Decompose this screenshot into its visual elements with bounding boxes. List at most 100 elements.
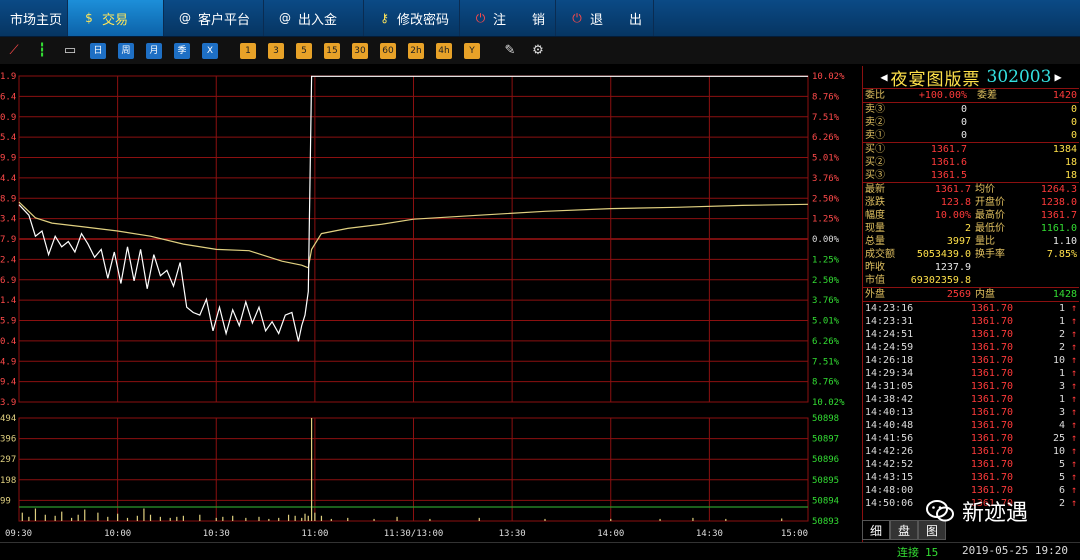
trade-volume: 25: [1052, 433, 1065, 444]
quote-label-2: 开盘价: [975, 197, 1005, 208]
trade-volume: 2: [1058, 329, 1065, 340]
up-arrow-icon: ↑: [1070, 342, 1077, 353]
time-tick-label: 10:30: [203, 529, 230, 539]
quote-value-2: 1161.0: [1040, 223, 1077, 234]
trade-price: 1361.70: [970, 433, 1013, 444]
menu-item-5[interactable]: ⏻ 注 销: [460, 0, 556, 36]
menu-item-label: 出入金: [298, 12, 338, 28]
draw-icon[interactable]: ✎: [502, 43, 518, 59]
period-button-13[interactable]: 60: [380, 42, 396, 59]
price-tick-label: 9.4: [0, 378, 16, 388]
quote-label: 最新: [865, 184, 885, 195]
gear-icon[interactable]: ⚙: [530, 43, 546, 59]
trade-list[interactable]: 14:23:16 1361.70 1 ↑ 14:23:31 1361.70 1 ↑ 14:24:…: [863, 302, 1079, 510]
menu-spacer: [654, 0, 1080, 36]
period-button-3[interactable]: 日: [90, 42, 106, 59]
menu-item-2[interactable]: @ 客户平台: [164, 0, 264, 36]
trade-price: 1361.70: [970, 316, 1013, 327]
period-button-5[interactable]: 月: [146, 42, 162, 59]
menu-item-1[interactable]: $ 交易: [68, 0, 164, 36]
quote-value: 123.8: [940, 197, 971, 208]
price-tick-label: 3.4: [0, 215, 16, 225]
volume-right-tick: 50893: [812, 517, 839, 527]
trade-row: 14:41:56 1361.70 25 ↑: [863, 432, 1079, 445]
trade-row: 14:26:18 1361.70 10 ↑: [863, 354, 1079, 367]
buy-price: 1361.5: [930, 170, 967, 181]
menu-item-label: 交易: [102, 12, 129, 28]
power-icon: ⏻: [475, 11, 486, 25]
time-tick-label: 10:00: [104, 529, 131, 539]
inner-label: 内盘: [975, 289, 995, 300]
period-button-11[interactable]: 15: [324, 42, 340, 59]
client-platform-icon: @: [179, 11, 191, 25]
trade-row: 14:42:52 1361.70 5 ↑: [863, 458, 1079, 471]
quote-value-2: 1361.7: [1040, 210, 1077, 221]
menu-item-0[interactable]: 市场主页: [0, 0, 68, 36]
quote-value: 2: [964, 223, 971, 234]
quote-label-2: [975, 261, 1015, 274]
pct-tick-label: 5.01%: [812, 154, 840, 164]
trade-row: 14:40:13 1361.70 3 ↑: [863, 406, 1079, 419]
price-tick-label: 4.9: [0, 357, 16, 367]
period-button-15[interactable]: 4h: [436, 42, 452, 59]
panel-tab-1[interactable]: 盘: [890, 520, 918, 540]
time-tick-label: 14:30: [696, 529, 723, 539]
quote-label-2: 换手率: [975, 249, 1005, 260]
up-arrow-icon: ↑: [1070, 394, 1077, 405]
quote-row: 昨收 1237.9: [863, 261, 1079, 274]
period-button-4[interactable]: 周: [118, 42, 134, 59]
quote-value: 3997: [946, 236, 971, 247]
period-button-7[interactable]: X: [202, 42, 218, 59]
quote-value-2: 1238.0: [1040, 197, 1077, 208]
time-tick-label: 13:30: [499, 529, 526, 539]
quote-value-2: [1015, 261, 1077, 274]
sell-order-row: 卖① 0 0: [863, 129, 1079, 142]
menu-item-label: 市场主页: [10, 12, 63, 28]
quote-value-2: 1.10: [1052, 236, 1077, 247]
menu-item-4[interactable]: ⚷ 修改密码: [364, 0, 460, 36]
period-button-16[interactable]: Y: [464, 42, 480, 59]
up-arrow-icon: ↑: [1070, 316, 1077, 327]
menu-item-6[interactable]: ⏻ 退 出: [556, 0, 654, 36]
status-datetime: 2019-05-25 19:20: [962, 544, 1068, 557]
pct-tick-label: 8.76%: [812, 92, 840, 102]
period-button-14[interactable]: 2h: [408, 42, 424, 59]
prev-stock-arrow-icon[interactable]: ◀: [880, 70, 887, 84]
time-tick-label: 15:00: [781, 529, 808, 539]
sell-price: 0: [960, 104, 967, 115]
period-button-10[interactable]: 5: [296, 42, 312, 59]
candlestick-icon[interactable]: ┇: [34, 43, 50, 59]
monitor-icon[interactable]: ▭: [62, 43, 78, 59]
quote-value-2: [1015, 274, 1077, 287]
trade-row: 14:43:15 1361.70 5 ↑: [863, 471, 1079, 484]
intraday-chart[interactable]: 1.9 10.02% 6.4 8.76% 0.9 7.51% 5.4 6.26% 9.9 5.01…: [0, 66, 860, 542]
period-button-12[interactable]: 30: [352, 42, 368, 59]
period-button-6[interactable]: 季: [174, 42, 190, 59]
trade-price: 1361.70: [970, 394, 1013, 405]
panel-tab-0[interactable]: 细: [862, 520, 890, 540]
power-icon: ⏻: [572, 11, 582, 25]
buy-orders: 买① 1361.7 1384 买② 1361.6 18 买③ 1361.5 18: [863, 143, 1079, 183]
outer-value: 2569: [946, 289, 971, 300]
line-chart-icon[interactable]: ⟋: [6, 43, 22, 59]
watermark-text: 新迹遇: [962, 501, 1029, 526]
quote-label-2: 均价: [975, 184, 995, 195]
next-stock-arrow-icon[interactable]: ▶: [1054, 70, 1061, 84]
trade-row: 14:23:31 1361.70 1 ↑: [863, 315, 1079, 328]
trade-time: 14:40:48: [865, 420, 914, 431]
trade-icon: $: [85, 11, 93, 25]
chart-toolbar: ⟋ ┇ ▭ 日周月季 X 1 3 5 15 30 60 2h 4h Y ✎ ⚙: [0, 37, 1080, 64]
menu-item-3[interactable]: @ 出入金: [264, 0, 364, 36]
quote-label-2: 最低价: [975, 223, 1005, 234]
weibi-value: +100.00%: [918, 90, 967, 101]
pct-tick-label: 2.50%: [812, 276, 840, 286]
trade-row: 14:24:59 1361.70 2 ↑: [863, 341, 1079, 354]
quote-value: 5053439.0: [916, 249, 971, 260]
quote-value-2: 1264.3: [1040, 184, 1077, 195]
trade-volume: 5: [1058, 459, 1065, 470]
sell-volume: 0: [1070, 117, 1077, 128]
period-button-9[interactable]: 3: [268, 42, 284, 59]
buy-order-row: 买② 1361.6 18: [863, 156, 1079, 169]
trade-time: 14:42:26: [865, 446, 914, 457]
period-button-8[interactable]: 1: [240, 42, 256, 59]
